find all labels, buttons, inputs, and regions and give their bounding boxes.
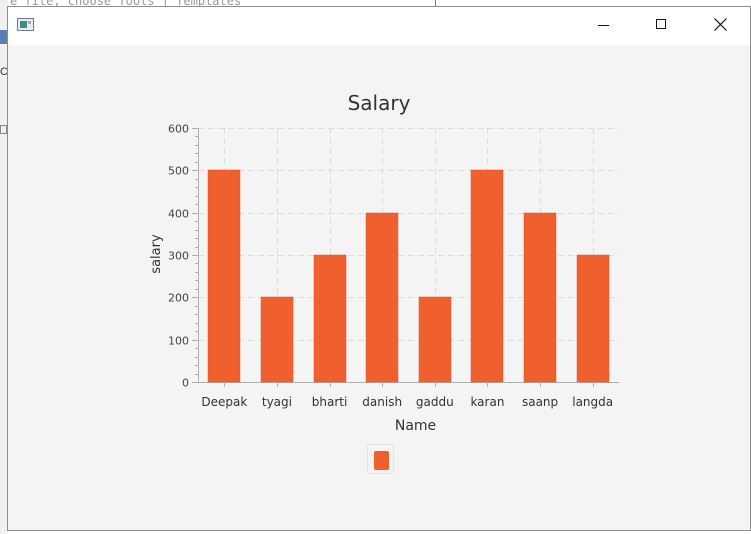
- bar-danish: [365, 212, 399, 383]
- y-tick-label: 300: [168, 250, 189, 263]
- y-tick-label: 500: [168, 165, 189, 178]
- x-tick-label: bharti: [312, 395, 348, 409]
- chart-legend: [367, 444, 394, 474]
- x-tick-label: gaddu: [416, 395, 454, 409]
- y-tick-label: 200: [168, 292, 189, 305]
- bar-deepak: [207, 169, 241, 383]
- x-tick-label: Deepak: [201, 395, 247, 409]
- y-tick-label: 400: [168, 208, 189, 221]
- bar-saanp: [523, 212, 557, 383]
- x-tick-label: karan: [470, 395, 504, 409]
- x-axis-title: Name: [395, 418, 436, 434]
- y-axis-title: salary: [149, 234, 164, 274]
- chart-window: Salary 0 100 200 300 400 500 600 Deepak tyagi bha…: [7, 6, 751, 531]
- background-expand-icon: [0, 125, 7, 134]
- x-tick-label: danish: [362, 395, 402, 409]
- bar-tyagi: [260, 296, 294, 383]
- x-tick-label: saanp: [522, 395, 558, 409]
- y-tick-label: 600: [168, 123, 189, 136]
- x-tick-label: langda: [572, 395, 613, 409]
- x-tick-label: tyagi: [262, 395, 292, 409]
- y-tick-label: 0: [182, 377, 189, 390]
- y-tick-label: 100: [168, 335, 189, 348]
- legend-series-symbol: [374, 451, 389, 470]
- bar-bharti: [313, 254, 347, 383]
- bar-karan: [470, 169, 504, 383]
- bar-langda: [576, 254, 610, 383]
- bar-gaddu: [418, 296, 452, 383]
